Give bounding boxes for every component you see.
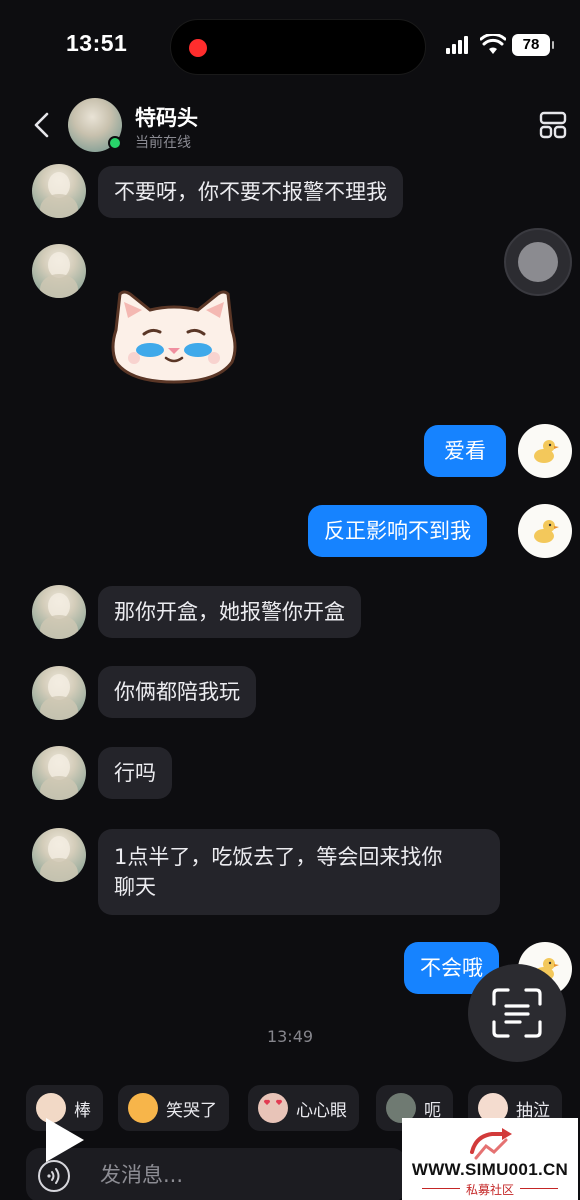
dynamic-island — [170, 19, 426, 75]
quick-reply-label: 抽泣 — [516, 1100, 550, 1121]
quick-reply-chip[interactable]: 笑哭了 — [118, 1085, 229, 1131]
message-bubble[interactable]: 反正影响不到我 — [308, 505, 487, 557]
play-icon[interactable] — [46, 1118, 84, 1162]
quick-reply-label: 棒 — [74, 1100, 91, 1121]
contact-name[interactable]: 特码头 — [135, 102, 198, 132]
clock: 13:51 — [66, 30, 128, 56]
duck-icon — [534, 440, 559, 463]
quick-reply-chip[interactable]: 心心眼 — [248, 1085, 359, 1131]
contact-avatar[interactable] — [32, 666, 86, 720]
contact-avatar[interactable] — [32, 585, 86, 639]
message-line: 1点半了，吃饭去了，等会回来找你 — [114, 845, 443, 869]
message-bubble[interactable]: 1点半了，吃饭去了，等会回来找你 聊天 — [98, 829, 500, 915]
contact-avatar[interactable] — [32, 828, 86, 882]
message-timestamp: 13:49 — [266, 1027, 314, 1046]
message-bubble[interactable]: 不要呀，你不要不报警不理我 — [98, 166, 403, 218]
chat-header: 特码头 当前在线 — [0, 92, 580, 162]
crying-cat-sticker[interactable] — [106, 288, 242, 386]
status-bar: 13:51 78 — [0, 0, 580, 92]
battery-icon: 78 — [512, 34, 554, 56]
watermark-subtitle: 私募社区 — [465, 1183, 514, 1197]
message-input[interactable] — [100, 1160, 380, 1190]
quick-reply-label: 呃 — [424, 1100, 441, 1121]
contact-avatar[interactable] — [32, 244, 86, 298]
contact-status: 当前在线 — [135, 135, 191, 151]
my-avatar[interactable] — [518, 504, 572, 558]
message-bubble[interactable]: 你俩都陪我玩 — [98, 666, 256, 718]
online-indicator — [108, 136, 122, 150]
my-avatar[interactable] — [518, 424, 572, 478]
divider — [520, 1188, 558, 1189]
quick-reply-label: 笑哭了 — [166, 1100, 217, 1121]
scan-icon — [492, 988, 542, 1038]
cat-laughing-icon — [128, 1093, 158, 1123]
message-bubble[interactable]: 爱看 — [424, 425, 506, 477]
back-icon[interactable] — [30, 110, 54, 140]
message-bubble[interactable]: 那你开盒，她报警你开盒 — [98, 586, 361, 638]
cat-heart-eyes-icon — [258, 1093, 288, 1123]
voice-input-icon[interactable] — [38, 1160, 70, 1192]
message-bubble[interactable]: 行吗 — [98, 747, 172, 799]
contact-avatar[interactable] — [32, 164, 86, 218]
watermark: WWW.SIMU001.CN 私募社区 — [402, 1118, 578, 1200]
contact-avatar[interactable] — [32, 746, 86, 800]
duck-icon — [534, 520, 559, 543]
scan-text-button[interactable] — [468, 964, 566, 1062]
floating-assistive-button[interactable] — [504, 228, 572, 296]
message-line: 聊天 — [114, 875, 156, 899]
recording-indicator-icon — [189, 39, 207, 57]
cellular-signal-icon — [446, 36, 472, 54]
grid-icon[interactable] — [538, 110, 568, 140]
quick-reply-label: 心心眼 — [296, 1100, 347, 1121]
watermark-url: WWW.SIMU001.CN — [411, 1160, 569, 1179]
wifi-icon — [480, 34, 506, 54]
